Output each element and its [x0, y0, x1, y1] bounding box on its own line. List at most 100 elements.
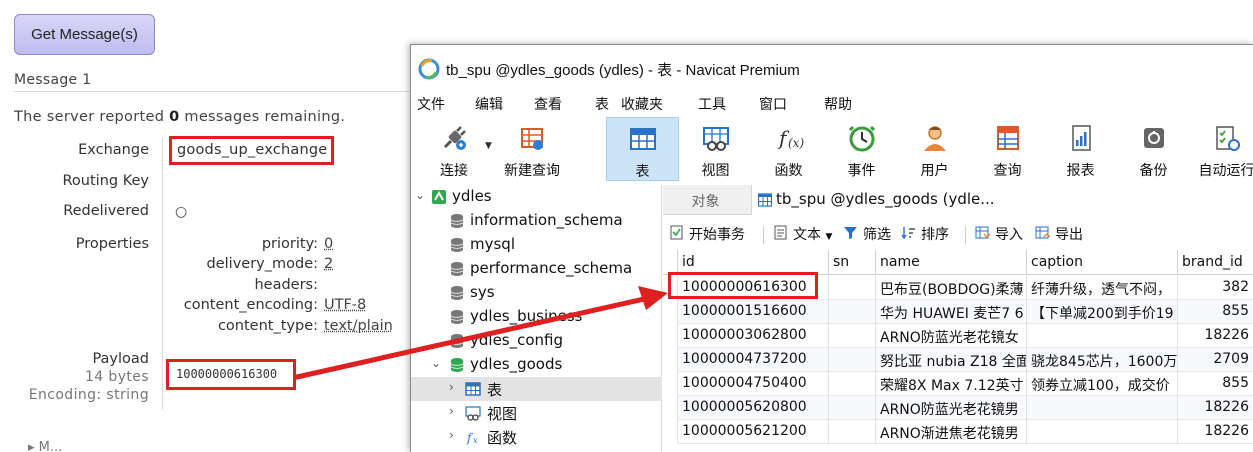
- tree-node-functions[interactable]: › fx 函数: [411, 425, 662, 449]
- cell-brand-id[interactable]: 382: [1178, 276, 1253, 300]
- tree-node-views[interactable]: › 视图: [411, 401, 662, 425]
- cell-brand-id[interactable]: 2709: [1178, 348, 1253, 372]
- tab-tb-spu[interactable]: tb_spu @ydles_goods (ydle...: [751, 185, 1253, 215]
- table-row[interactable]: 10000005621200 ARNO渐进焦老花镜男 18226: [663, 420, 1253, 444]
- cell-name[interactable]: ARNO防蓝光老花镜女: [876, 324, 1027, 348]
- get-messages-button[interactable]: Get Message(s): [14, 14, 155, 55]
- cell-name[interactable]: 巴布豆(BOBDOG)柔薄: [876, 276, 1027, 300]
- cell-caption[interactable]: [1027, 396, 1178, 420]
- sort-button[interactable]: 排序: [901, 224, 949, 244]
- title-bar[interactable]: tb_spu @ydles_goods (ydles) - 表 - Navica…: [411, 45, 1253, 91]
- user-tool-button[interactable]: 用户: [898, 117, 971, 181]
- cell-id[interactable]: 10000004750400: [678, 372, 829, 396]
- cell-sn[interactable]: [829, 372, 876, 396]
- table-row[interactable]: 10000005620800 ARNO防蓝光老花镜男 18226: [663, 396, 1253, 420]
- menu-window[interactable]: 窗口: [759, 94, 787, 114]
- tree-db-ydles-business[interactable]: ydles_business: [411, 305, 662, 329]
- begin-transaction-button[interactable]: 开始事务: [669, 224, 745, 244]
- cell-sn[interactable]: [829, 276, 876, 300]
- backup-tool-button[interactable]: 备份: [1117, 117, 1190, 181]
- cell-name[interactable]: ARNO渐进焦老花镜男: [876, 420, 1027, 444]
- table-tool-button[interactable]: 表: [606, 117, 679, 181]
- cell-caption[interactable]: 骁龙845芯片，1600万: [1027, 348, 1178, 372]
- new-query-button[interactable]: 新建查询: [497, 117, 567, 181]
- row-gutter[interactable]: [663, 420, 678, 444]
- menu-file[interactable]: 文件: [417, 94, 445, 114]
- row-gutter[interactable]: [663, 372, 678, 396]
- cell-id[interactable]: 10000005621200: [678, 420, 829, 444]
- query-tool-button[interactable]: 查询: [971, 117, 1044, 181]
- exchange-label: Exchange: [78, 142, 149, 158]
- table-row[interactable]: 10000003062800 ARNO防蓝光老花镜女 18226: [663, 324, 1253, 348]
- event-tool-button[interactable]: 事件: [825, 117, 898, 181]
- tree-db-ydles-goods[interactable]: ⌄ ydles_goods: [411, 353, 662, 377]
- connect-dropdown[interactable]: ▼: [483, 117, 495, 181]
- cell-brand-id[interactable]: 18226: [1178, 420, 1253, 444]
- cell-sn[interactable]: [829, 300, 876, 324]
- row-gutter[interactable]: [663, 300, 678, 324]
- cell-name[interactable]: 努比亚 nubia Z18 全面: [876, 348, 1027, 372]
- menu-table[interactable]: 表: [595, 94, 609, 114]
- cell-sn[interactable]: [829, 324, 876, 348]
- cell-caption[interactable]: 领券立减100，成交价: [1027, 372, 1178, 396]
- tree-db-ydles-config[interactable]: ydles_config: [411, 329, 662, 353]
- cell-brand-id[interactable]: 855: [1178, 372, 1253, 396]
- cell-caption[interactable]: 【下单减200到手价19: [1027, 300, 1178, 324]
- tree-db-information-schema[interactable]: information_schema: [411, 209, 662, 233]
- cell-name[interactable]: 荣耀8X Max 7.12英寸: [876, 372, 1027, 396]
- cell-brand-id[interactable]: 18226: [1178, 324, 1253, 348]
- toolbar-label: 用户: [920, 163, 949, 179]
- report-tool-button[interactable]: 报表: [1044, 117, 1117, 181]
- tree-connection-ydles[interactable]: ⌄ ydles: [411, 185, 662, 209]
- cell-brand-id[interactable]: 855: [1178, 300, 1253, 324]
- chevron-right-icon[interactable]: ›: [449, 404, 454, 418]
- import-button[interactable]: 导入: [975, 224, 1023, 244]
- tree-node-tables[interactable]: › 表: [411, 377, 662, 401]
- cell-brand-id[interactable]: 18226: [1178, 396, 1253, 420]
- cell-caption[interactable]: [1027, 420, 1178, 444]
- cell-id[interactable]: 10000005620800: [678, 396, 829, 420]
- chevron-right-icon[interactable]: ›: [449, 380, 454, 394]
- tree-db-sys[interactable]: sys: [411, 281, 662, 305]
- export-button[interactable]: 导出: [1035, 224, 1083, 244]
- row-gutter[interactable]: [663, 348, 678, 372]
- column-header-brand-id[interactable]: brand_id: [1178, 250, 1253, 275]
- collapsed-section-toggle[interactable]: ▸ M...: [28, 440, 62, 452]
- tree-db-mysql[interactable]: mysql: [411, 233, 662, 257]
- cell-sn[interactable]: [829, 396, 876, 420]
- menu-edit[interactable]: 编辑: [475, 94, 503, 114]
- cell-id[interactable]: 10000001516600: [678, 300, 829, 324]
- table-row[interactable]: 10000004737200 努比亚 nubia Z18 全面 骁龙845芯片，…: [663, 348, 1253, 372]
- cell-name[interactable]: 华为 HUAWEI 麦芒7 6: [876, 300, 1027, 324]
- column-header-name[interactable]: name: [876, 250, 1027, 275]
- cell-sn[interactable]: [829, 420, 876, 444]
- toolbar-label: 查询: [993, 163, 1022, 179]
- cell-caption[interactable]: [1027, 324, 1178, 348]
- menu-tools[interactable]: 工具: [698, 94, 726, 114]
- row-gutter[interactable]: [663, 396, 678, 420]
- chevron-down-icon[interactable]: ⌄: [431, 356, 441, 370]
- function-tool-button[interactable]: f (x) 函数: [752, 117, 825, 181]
- menu-view[interactable]: 查看: [534, 94, 562, 114]
- tab-objects[interactable]: 对象: [663, 185, 748, 215]
- table-row[interactable]: 10000001516600 华为 HUAWEI 麦芒7 6 【下单减200到手…: [663, 300, 1253, 324]
- cell-name[interactable]: ARNO防蓝光老花镜男: [876, 396, 1027, 420]
- connect-button[interactable]: 连接: [425, 117, 483, 181]
- chevron-down-icon[interactable]: ⌄: [415, 188, 425, 202]
- column-header-caption[interactable]: caption: [1027, 250, 1178, 275]
- text-view-button[interactable]: 文本 ▼: [773, 224, 832, 244]
- view-tool-button[interactable]: 视图: [679, 117, 752, 181]
- table-row[interactable]: 10000004750400 荣耀8X Max 7.12英寸 领券立减100，成…: [663, 372, 1253, 396]
- menu-help[interactable]: 帮助: [824, 94, 852, 114]
- schedule-tool-button[interactable]: 自动运行: [1190, 117, 1253, 181]
- cell-id[interactable]: 10000003062800: [678, 324, 829, 348]
- cell-caption[interactable]: 纤薄升级，透气不闷，: [1027, 276, 1178, 300]
- column-header-sn[interactable]: sn: [829, 250, 876, 275]
- row-gutter[interactable]: [663, 324, 678, 348]
- cell-id[interactable]: 10000004737200: [678, 348, 829, 372]
- cell-sn[interactable]: [829, 348, 876, 372]
- chevron-right-icon[interactable]: ›: [449, 428, 454, 442]
- filter-button[interactable]: 筛选: [843, 224, 891, 244]
- menu-favorites[interactable]: 收藏夹: [621, 94, 663, 114]
- tree-db-performance-schema[interactable]: performance_schema: [411, 257, 662, 281]
